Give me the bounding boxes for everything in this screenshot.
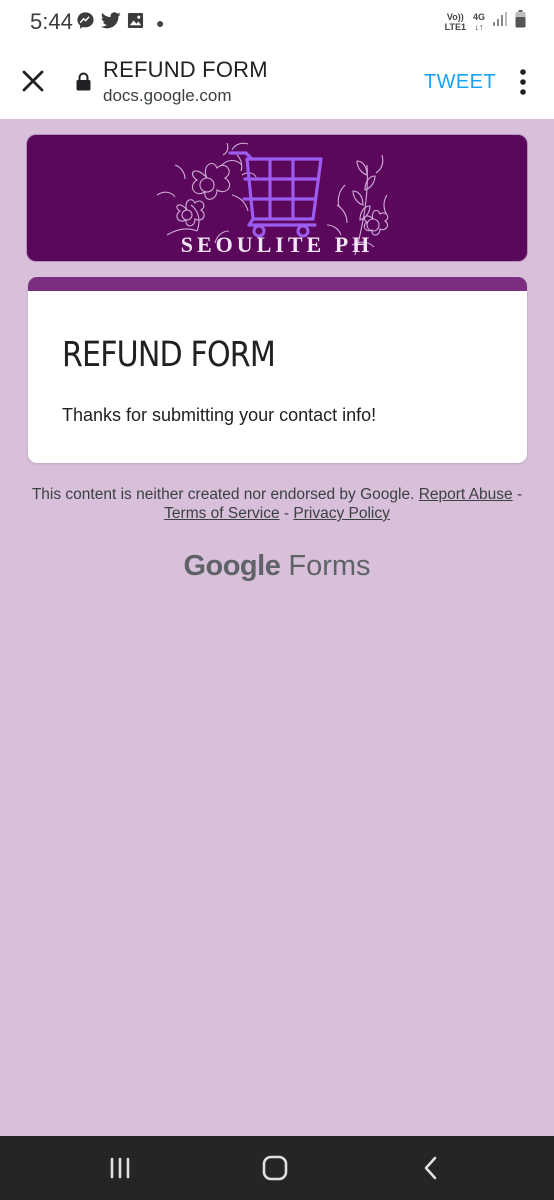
system-navigation-bar xyxy=(0,1136,554,1200)
footer-disclaimer: This content is neither created nor endo… xyxy=(30,485,524,523)
tweet-button[interactable]: TWEET xyxy=(424,71,496,94)
flower-illustration xyxy=(156,142,257,244)
volte-indicator: Vo)) LTE1 xyxy=(444,11,466,32)
separator: - xyxy=(283,505,290,522)
twitter-icon xyxy=(100,12,121,34)
terms-of-service-link[interactable]: Terms of Service xyxy=(164,505,279,522)
home-button[interactable] xyxy=(259,1152,291,1184)
shopping-cart-icon xyxy=(228,151,323,227)
separator: - xyxy=(516,486,523,503)
disclaimer-text: This content is neither created nor endo… xyxy=(31,486,415,503)
more-vert-icon xyxy=(520,69,526,95)
more-notifications-dot: ● xyxy=(156,15,165,31)
recent-apps-icon xyxy=(110,1157,130,1179)
messenger-icon xyxy=(76,11,95,35)
data-arrows-icon: ↓↑ xyxy=(474,21,484,32)
close-button[interactable] xyxy=(18,66,48,96)
confirmation-message: Thanks for submitting your contact info! xyxy=(62,405,377,425)
system-status-icons: Vo)) LTE1 4G ↓↑ xyxy=(445,10,526,33)
more-options-button[interactable] xyxy=(512,68,534,96)
status-bar: 5:44 ● Vo)) LTE1 4G ↓↑ xyxy=(0,0,554,44)
report-abuse-link[interactable]: Report Abuse xyxy=(419,486,513,503)
back-chevron-icon xyxy=(424,1156,437,1180)
network-type-indicator: 4G ↓↑ xyxy=(472,11,485,32)
banner-brand-text: SEOULITE PH xyxy=(180,232,374,257)
card-accent-bar xyxy=(28,277,527,291)
notification-icons: ● xyxy=(76,11,164,35)
google-forms-logo[interactable]: Google Forms xyxy=(0,550,554,583)
privacy-policy-link[interactable]: Privacy Policy xyxy=(293,505,389,522)
forms-wordmark: Forms xyxy=(288,550,371,582)
signal-icon xyxy=(492,11,508,32)
lock-icon xyxy=(76,72,91,96)
confirmation-card: REFUND FORM Thanks for submitting your c… xyxy=(28,277,527,463)
page-title: REFUND FORM xyxy=(103,57,268,82)
close-icon xyxy=(22,70,44,92)
status-time: 5:44 xyxy=(30,9,73,34)
back-button[interactable] xyxy=(415,1152,447,1184)
form-title: REFUND FORM xyxy=(62,335,276,375)
battery-icon xyxy=(515,10,526,33)
page-url[interactable]: docs.google.com xyxy=(103,86,232,106)
home-icon xyxy=(262,1155,288,1181)
recent-apps-button[interactable] xyxy=(104,1152,136,1184)
gallery-icon xyxy=(127,12,144,34)
form-header-banner: SEOULITE PH xyxy=(27,135,527,261)
google-wordmark: Google xyxy=(183,550,281,582)
browser-toolbar: REFUND FORM docs.google.com TWEET xyxy=(0,44,554,119)
